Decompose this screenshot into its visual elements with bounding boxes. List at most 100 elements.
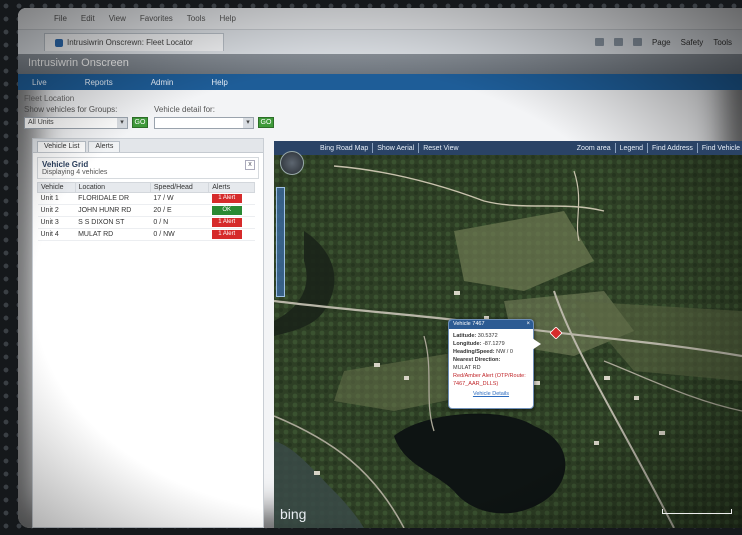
browser-menubar: File Edit View Favorites Tools Help bbox=[18, 8, 742, 30]
longitude-value: -87.1279 bbox=[482, 341, 505, 347]
menu-file[interactable]: File bbox=[54, 14, 67, 23]
favicon-icon bbox=[55, 38, 63, 47]
col-alerts[interactable]: Alerts bbox=[208, 182, 255, 193]
col-location[interactable]: Location bbox=[74, 182, 151, 193]
table-header-row: Vehicle Location Speed/Head Alerts bbox=[37, 182, 255, 193]
vehicle-link[interactable]: Unit 3 bbox=[37, 216, 76, 229]
page-title: Fleet Location bbox=[24, 94, 75, 103]
cell-speed: 17 / W bbox=[150, 192, 209, 205]
show-aerial-button[interactable]: Show Aerial bbox=[377, 145, 414, 152]
popup-pointer bbox=[532, 338, 541, 350]
chevron-down-icon: ▾ bbox=[117, 118, 127, 128]
browser-tab[interactable]: Intrusiwrin Onscrewn: Fleet Locator bbox=[44, 33, 224, 51]
group-select[interactable]: All Units ▾ bbox=[24, 117, 128, 129]
cell-speed: 20 / E bbox=[150, 204, 209, 217]
nav-help[interactable]: Help bbox=[211, 78, 227, 87]
toolbar-divider bbox=[647, 143, 648, 153]
toolbar-divider bbox=[372, 143, 374, 153]
grid-title: Vehicle Grid bbox=[42, 160, 89, 169]
vehicle-link[interactable]: Unit 4 bbox=[37, 228, 76, 241]
latitude-value: 30.5372 bbox=[477, 333, 498, 339]
tools-menu[interactable]: Tools bbox=[713, 38, 732, 47]
close-icon[interactable]: x bbox=[245, 160, 255, 170]
browser-tab-title: Intrusiwrin Onscrewn: Fleet Locator bbox=[67, 38, 193, 47]
group-filter-label: Show vehicles for Groups: bbox=[24, 105, 118, 114]
popup-body: Latitude: 30.5372 Longitude: -87.1279 He… bbox=[449, 329, 533, 401]
app-title-bar: Intrusiwrin Onscreen bbox=[18, 54, 742, 74]
toolbar-divider bbox=[614, 143, 616, 153]
cell-speed: 0 / NW bbox=[150, 228, 209, 241]
scale-bar bbox=[662, 509, 732, 514]
close-icon[interactable]: × bbox=[526, 321, 530, 327]
panel-tabs: Vehicle List Alerts bbox=[33, 139, 263, 153]
find-address-button[interactable]: Find Address bbox=[652, 145, 693, 152]
menu-view[interactable]: View bbox=[109, 14, 126, 23]
page-menu[interactable]: Page bbox=[652, 38, 671, 47]
toolbar-divider bbox=[696, 143, 698, 153]
popup-latitude-row: Latitude: 30.5372 bbox=[453, 332, 529, 340]
col-vehicle[interactable]: Vehicle bbox=[37, 182, 76, 193]
table-row[interactable]: Unit 3 S S DIXON ST 0 / N 1 Alert bbox=[37, 216, 255, 229]
group-select-value: All Units bbox=[28, 119, 54, 126]
menu-favorites[interactable]: Favorites bbox=[140, 14, 173, 23]
alert-badge[interactable]: 1 Alert bbox=[211, 194, 242, 203]
vehicle-list-panel: Vehicle List Alerts Vehicle Grid Display… bbox=[32, 138, 264, 528]
safety-menu[interactable]: Safety bbox=[681, 38, 704, 47]
bing-logo: bing bbox=[280, 506, 307, 522]
print-button[interactable] bbox=[632, 38, 642, 47]
menu-edit[interactable]: Edit bbox=[81, 14, 95, 23]
zoom-area-button[interactable]: Zoom area bbox=[577, 145, 611, 152]
monitor-screen: File Edit View Favorites Tools Help Intr… bbox=[18, 8, 742, 528]
vehicle-table: Vehicle Location Speed/Head Alerts Unit … bbox=[37, 182, 255, 241]
filter-row: Show vehicles for Groups: All Units ▾ GO… bbox=[24, 105, 724, 135]
vehicle-grid-header: Vehicle Grid Displaying 4 vehicles x bbox=[37, 157, 259, 179]
home-icon bbox=[594, 38, 604, 46]
road-map-button[interactable]: Bing Road Map bbox=[320, 145, 368, 152]
print-icon bbox=[632, 38, 642, 46]
compass-icon[interactable] bbox=[280, 151, 304, 175]
find-vehicle-button[interactable]: Find Vehicle bbox=[702, 145, 740, 152]
menu-help[interactable]: Help bbox=[219, 14, 235, 23]
vehicle-select[interactable]: ▾ bbox=[154, 117, 254, 129]
vehicle-details-link[interactable]: Vehicle Details bbox=[453, 390, 529, 398]
cell-location: FLORIDALE DR bbox=[75, 192, 151, 205]
feeds-button[interactable] bbox=[613, 38, 623, 47]
vehicle-link[interactable]: Unit 2 bbox=[37, 204, 76, 217]
zoom-slider[interactable] bbox=[276, 187, 285, 297]
alert-badge[interactable]: OK bbox=[211, 206, 242, 215]
alert-badge[interactable]: 1 Alert bbox=[211, 230, 242, 239]
vehicle-go-button[interactable]: GO bbox=[258, 117, 274, 128]
home-button[interactable] bbox=[594, 38, 604, 47]
table-row[interactable]: Unit 1 FLORIDALE DR 17 / W 1 Alert bbox=[37, 192, 255, 205]
cell-location: MULAT RD bbox=[75, 228, 151, 241]
cell-alert: 1 Alert bbox=[208, 228, 255, 241]
map-toolbar: Bing Road Map Show Aerial Reset View Zoo… bbox=[274, 141, 742, 155]
alert-badge[interactable]: 1 Alert bbox=[211, 218, 242, 227]
popup-longitude-row: Longitude: -87.1279 bbox=[453, 340, 529, 348]
table-row[interactable]: Unit 4 MULAT RD 0 / NW 1 Alert bbox=[37, 228, 255, 241]
tab-vehicle-list[interactable]: Vehicle List bbox=[37, 141, 87, 152]
popup-header: Vehicle 7467 × bbox=[449, 320, 533, 329]
tab-alerts[interactable]: Alerts bbox=[88, 141, 121, 152]
heading-value: NW / 0 bbox=[496, 349, 513, 355]
cell-alert: OK bbox=[208, 204, 255, 217]
nearest-label: Nearest Direction: bbox=[453, 357, 501, 363]
col-speed[interactable]: Speed/Head bbox=[149, 182, 210, 193]
nav-reports[interactable]: Reports bbox=[85, 78, 113, 87]
menu-tools[interactable]: Tools bbox=[187, 14, 206, 23]
table-row[interactable]: Unit 2 JOHN HUNR RD 20 / E OK bbox=[37, 204, 255, 217]
vehicle-marker-icon[interactable] bbox=[550, 327, 562, 339]
nav-live[interactable]: Live bbox=[32, 78, 47, 87]
legend-button[interactable]: Legend bbox=[620, 145, 643, 152]
latitude-label: Latitude: bbox=[453, 333, 477, 339]
browser-command-bar: Page Safety Tools bbox=[594, 38, 742, 47]
longitude-label: Longitude: bbox=[453, 341, 482, 347]
group-go-button[interactable]: GO bbox=[132, 117, 148, 128]
grid-count: Displaying 4 vehicles bbox=[42, 169, 108, 176]
popup-nearest-row: Nearest Direction: bbox=[453, 356, 529, 364]
nav-admin[interactable]: Admin bbox=[151, 78, 174, 87]
browser-tabbar: Intrusiwrin Onscrewn: Fleet Locator Page… bbox=[18, 30, 742, 54]
nearest-value: MULAT RD bbox=[453, 365, 481, 371]
reset-view-button[interactable]: Reset View bbox=[423, 145, 458, 152]
vehicle-link[interactable]: Unit 1 bbox=[37, 192, 76, 205]
